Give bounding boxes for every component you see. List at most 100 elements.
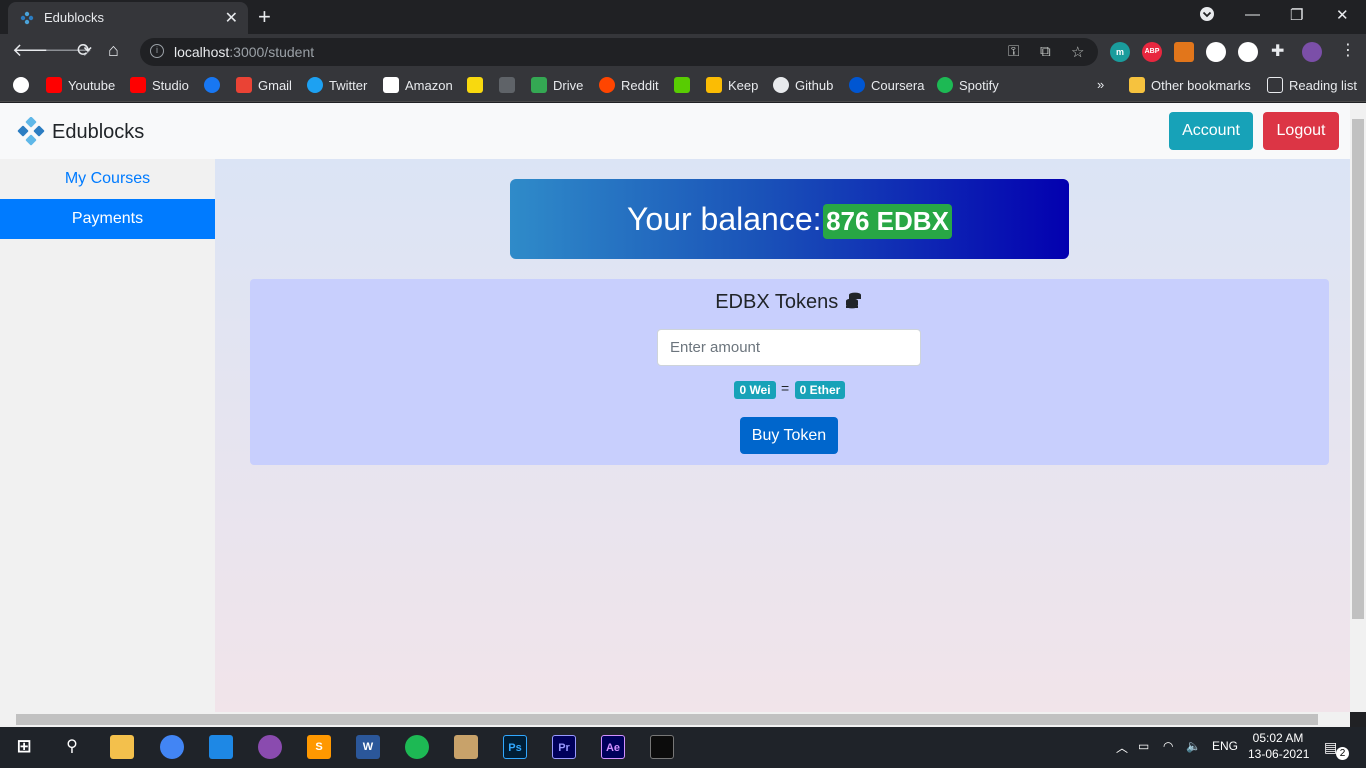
horizontal-scroll-thumb[interactable] (16, 714, 1318, 725)
amount-input[interactable] (657, 329, 921, 366)
equals-sign: = (781, 380, 790, 396)
volume-icon[interactable]: 🔈 (1186, 739, 1201, 753)
new-tab-icon[interactable]: + (258, 4, 271, 30)
vertical-scrollbar[interactable] (1350, 103, 1366, 712)
bookmark-gmail[interactable]: Gmail (236, 77, 292, 93)
facebook-bookmark-icon[interactable] (204, 77, 226, 93)
search-icon[interactable]: ⚲ (60, 735, 84, 759)
extension-white-icon[interactable] (1206, 42, 1226, 62)
gmail-alt-bookmark-icon[interactable] (499, 77, 521, 93)
buy-token-button[interactable]: Buy Token (740, 417, 838, 454)
restore-icon[interactable]: ❐ (1290, 6, 1303, 24)
file-explorer-icon[interactable] (110, 735, 134, 759)
bookmark-amazon[interactable]: Amazon (383, 77, 453, 93)
horizontal-scrollbar[interactable] (0, 712, 1350, 727)
address-url: localhost:3000/student (174, 44, 315, 60)
tab-search-icon[interactable] (1199, 6, 1215, 26)
coursera-icon (849, 77, 865, 93)
after-effects-icon[interactable]: Ae (601, 735, 625, 759)
wei-badge: 0 Wei (734, 381, 776, 399)
address-bar[interactable]: i localhost:3000/student ⚿ ⧉ ☆ (140, 38, 1098, 66)
keep-icon (706, 77, 722, 93)
site-info-icon[interactable]: i (150, 44, 164, 58)
github-icon (773, 77, 789, 93)
photoshop-icon[interactable]: Ps (503, 735, 527, 759)
sidebar-item-payments[interactable]: Payments (0, 199, 215, 239)
close-tab-icon[interactable]: ✕ (225, 8, 238, 28)
adblock-icon[interactable]: ABP (1142, 42, 1162, 62)
bookmark-star-icon[interactable]: ☆ (1071, 43, 1084, 61)
wifi-icon[interactable]: ◠ (1163, 739, 1173, 753)
chrome-icon[interactable] (160, 735, 184, 759)
drive-icon (531, 77, 547, 93)
folder-icon (1129, 77, 1145, 93)
bookmarks-bar: Youtube Studio Gmail Twitter Amazon Driv… (0, 70, 1366, 102)
account-button[interactable]: Account (1169, 112, 1253, 150)
box-app-icon[interactable] (454, 735, 478, 759)
spotify-app-icon[interactable] (405, 735, 429, 759)
extension-pen-icon[interactable] (1238, 42, 1258, 62)
vertical-scroll-thumb[interactable] (1352, 119, 1364, 619)
spotify-icon (937, 77, 953, 93)
main-content: Your balance: 876 EDBX EDBX Tokens 0 Wei… (215, 159, 1350, 712)
browser-tab[interactable]: Edublocks ✕ (8, 2, 248, 34)
bookmark-drive[interactable]: Drive (531, 77, 583, 93)
open-in-icon[interactable]: ⧉ (1040, 43, 1051, 60)
windows-start-icon[interactable]: ⊞ (12, 735, 36, 759)
battery-icon[interactable]: ▭ (1138, 739, 1149, 753)
clock-date[interactable]: 13-06-2021 (1248, 747, 1309, 761)
balance-card: Your balance: 876 EDBX (510, 179, 1069, 259)
flipkart-bookmark-icon[interactable] (467, 77, 489, 93)
metamask-icon[interactable] (1174, 42, 1194, 62)
web-page: Edublocks Account Logout My Courses Paym… (0, 103, 1350, 712)
gmail-icon (236, 77, 252, 93)
youtube-icon (46, 77, 62, 93)
taskbar: ⊞ ⚲ S W Ps Pr Ae ︿ ▭ ◠ 🔈 ENG 05:02 AM 13… (0, 727, 1366, 768)
bookmark-twitter[interactable]: Twitter (307, 77, 367, 93)
token-purchase-panel: EDBX Tokens 0 Wei = 0 Ether Buy Token (250, 279, 1329, 465)
chrome-menu-icon[interactable]: ⋮ (1340, 40, 1356, 60)
sidebar-item-my-courses[interactable]: My Courses (0, 159, 215, 199)
bookmark-reddit[interactable]: Reddit (599, 77, 659, 93)
extension-m-icon[interactable]: m (1110, 42, 1130, 62)
bookmark-spotify[interactable]: Spotify (937, 77, 999, 93)
reading-list[interactable]: Reading list (1267, 77, 1357, 93)
extensions-puzzle-icon[interactable]: ✚ (1271, 41, 1284, 61)
browser-toolbar: 🡐 🡒 ⟳ ⌂ i localhost:3000/student ⚿ ⧉ ☆ m… (0, 34, 1366, 70)
show-hidden-icons-icon[interactable]: ︿ (1116, 739, 1128, 756)
home-icon[interactable]: ⌂ (108, 40, 119, 61)
minimize-icon[interactable]: — (1245, 6, 1260, 23)
clock-time[interactable]: 05:02 AM (1248, 731, 1308, 745)
edublocks-logo-icon (17, 117, 45, 146)
language-indicator[interactable]: ENG (1212, 739, 1238, 753)
sublime-text-icon[interactable]: S (307, 735, 331, 759)
duolingo-bookmark-icon[interactable] (674, 77, 696, 93)
google-bookmark-icon[interactable] (13, 77, 35, 93)
other-bookmarks[interactable]: Other bookmarks (1129, 77, 1251, 93)
terminal-icon[interactable] (650, 735, 674, 759)
bookmark-coursera[interactable]: Coursera (849, 77, 924, 93)
reload-icon[interactable]: ⟳ (77, 40, 92, 61)
sidebar: My Courses Payments (0, 159, 215, 712)
window-close-icon[interactable]: ✕ (1336, 6, 1349, 24)
notification-count: 2 (1336, 747, 1349, 760)
word-icon[interactable]: W (356, 735, 380, 759)
amazon-icon (383, 77, 399, 93)
studio-icon (130, 77, 146, 93)
more-bookmarks-icon[interactable]: » (1097, 77, 1104, 92)
navbar: Edublocks Account Logout (0, 103, 1350, 159)
logout-button[interactable]: Logout (1263, 112, 1339, 150)
profile-avatar[interactable] (1302, 42, 1322, 62)
premiere-icon[interactable]: Pr (552, 735, 576, 759)
tab-title: Edublocks (44, 10, 104, 25)
key-icon[interactable]: ⚿ (1008, 43, 1019, 60)
bookmark-keep[interactable]: Keep (706, 77, 758, 93)
bookmark-github[interactable]: Github (773, 77, 833, 93)
bookmark-youtube[interactable]: Youtube (46, 77, 115, 93)
github-desktop-icon[interactable] (258, 735, 282, 759)
reddit-icon (599, 77, 615, 93)
edublocks-favicon-icon (20, 11, 34, 30)
bookmark-studio[interactable]: Studio (130, 77, 189, 93)
twitter-icon (307, 77, 323, 93)
vscode-icon[interactable] (209, 735, 233, 759)
